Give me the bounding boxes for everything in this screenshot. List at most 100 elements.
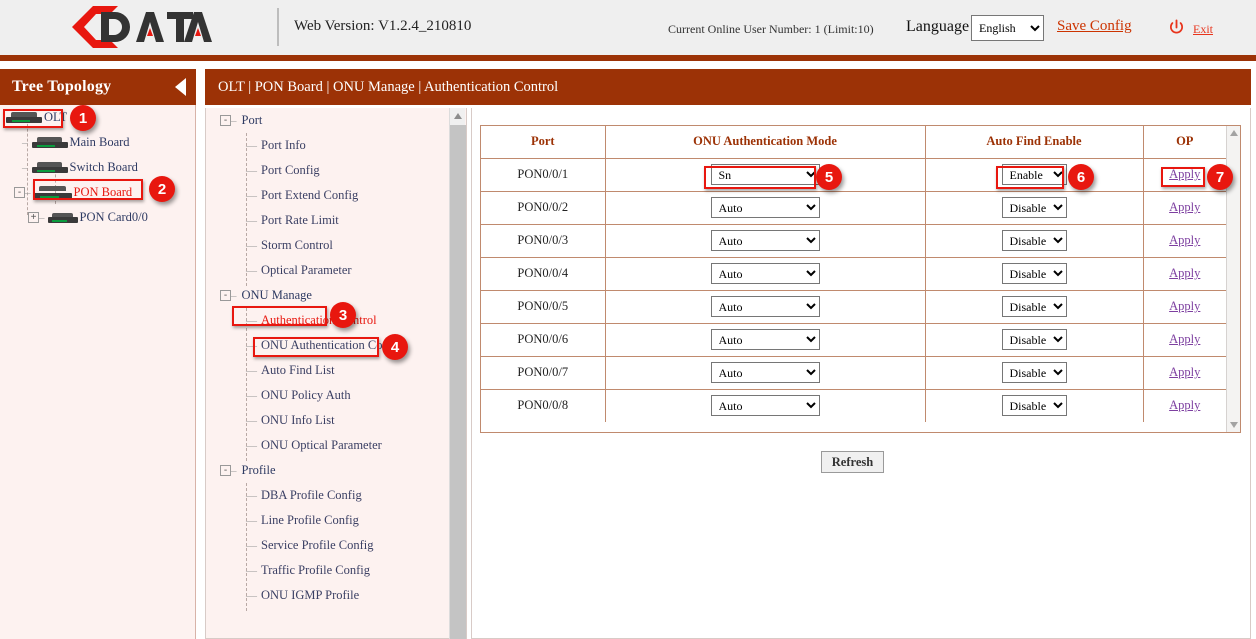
nav-group-toggle[interactable]: - <box>220 290 231 301</box>
device-icon <box>6 112 42 123</box>
nav-item-authentication-control[interactable]: — Authentication Control <box>206 308 451 333</box>
onu-auth-mode-select[interactable]: Auto <box>711 362 820 383</box>
nav-group-onu-manage[interactable]: - – ONU Manage <box>206 283 451 308</box>
tree-item-pon-board[interactable]: - – PON Board <box>0 180 196 205</box>
nav-group-port[interactable]: - – Port <box>206 108 451 133</box>
nav-item-storm-control[interactable]: — Storm Control <box>206 233 451 258</box>
cell-find: Disable <box>925 257 1143 290</box>
device-icon <box>34 186 72 199</box>
nav-dash: – <box>231 465 237 477</box>
nav-dash: — <box>246 565 257 577</box>
tree-item-olt[interactable]: OLT <box>0 105 196 130</box>
cell-port: PON0/0/4 <box>481 257 605 290</box>
save-config-link[interactable]: Save Config <box>1057 18 1132 35</box>
language-label: Language <box>906 18 969 36</box>
tree-topology-title: Tree Topology <box>12 78 111 96</box>
tree-item-label: PON Board <box>74 185 133 200</box>
nav-item-onu-authentication-config[interactable]: — ONU Authentication Config <box>206 333 451 358</box>
onu-auth-mode-select[interactable]: Sn <box>711 164 820 185</box>
nav-item-auto-find-list[interactable]: — Auto Find List <box>206 358 451 383</box>
nav-item-optical-parameter[interactable]: — Optical Parameter <box>206 258 451 283</box>
onu-auth-mode-select[interactable]: Auto <box>711 296 820 317</box>
nav-dash: — <box>246 590 257 602</box>
nav-item-dba-profile-config[interactable]: — DBA Profile Config <box>206 483 451 508</box>
cell-port: PON0/0/5 <box>481 290 605 323</box>
nav-item-line-profile-config[interactable]: — Line Profile Config <box>206 508 451 533</box>
nav-item-label: DBA Profile Config <box>261 488 362 503</box>
cell-mode: Auto <box>605 224 925 257</box>
nav-dash: — <box>246 140 257 152</box>
nav-scrollbar-thumb[interactable] <box>450 125 466 639</box>
nav-item-port-extend-config[interactable]: — Port Extend Config <box>206 183 451 208</box>
nav-dash: — <box>246 440 257 452</box>
tree-item-pon-card[interactable]: + – PON Card0/0 <box>0 205 196 230</box>
auto-find-enable-select[interactable]: Disable <box>1002 296 1067 317</box>
onu-auth-mode-select[interactable]: Auto <box>711 263 820 284</box>
cell-op: Apply <box>1143 389 1226 422</box>
nav-item-label: Auto Find List <box>261 363 335 378</box>
nav-group-toggle[interactable]: - <box>220 465 231 476</box>
nav-group-profile[interactable]: - – Profile <box>206 458 451 483</box>
auto-find-enable-select[interactable]: Disable <box>1002 395 1067 416</box>
nav-item-traffic-profile-config[interactable]: — Traffic Profile Config <box>206 558 451 583</box>
online-user-count: Current Online User Number: 1 (Limit:10) <box>668 22 874 37</box>
onu-auth-mode-select[interactable]: Auto <box>711 197 820 218</box>
device-icon <box>32 162 68 173</box>
table-row: PON0/0/2 Auto Disable Apply <box>481 191 1226 224</box>
tree-item-switch-board[interactable]: – Switch Board <box>0 155 196 180</box>
nav-dash: — <box>246 215 257 227</box>
nav-item-port-config[interactable]: — Port Config <box>206 158 451 183</box>
table-scrollbar[interactable] <box>1226 126 1240 432</box>
nav-group-toggle[interactable]: - <box>220 115 231 126</box>
apply-link[interactable]: Apply <box>1169 332 1200 346</box>
auto-find-enable-select[interactable]: Enable <box>1002 164 1067 185</box>
apply-link[interactable]: Apply <box>1169 266 1200 280</box>
nav-item-label: ONU Optical Parameter <box>261 438 382 453</box>
tree-topology-header: Tree Topology <box>0 69 196 105</box>
cell-port: PON0/0/6 <box>481 323 605 356</box>
nav-item-service-profile-config[interactable]: — Service Profile Config <box>206 533 451 558</box>
exit-link[interactable]: Exit <box>1193 22 1213 37</box>
language-select[interactable]: English <box>971 15 1044 41</box>
nav-item-onu-igmp-profile[interactable]: — ONU IGMP Profile <box>206 583 451 608</box>
collapse-left-arrow-icon[interactable] <box>175 78 186 96</box>
tree-collapse-toggle[interactable]: - <box>14 187 25 198</box>
auto-find-enable-select[interactable]: Disable <box>1002 230 1067 251</box>
apply-link[interactable]: Apply <box>1169 233 1200 247</box>
nav-item-port-rate-limit[interactable]: — Port Rate Limit <box>206 208 451 233</box>
column-header-auto-find-enable: Auto Find Enable <box>925 126 1143 158</box>
nav-scrollbar[interactable] <box>449 108 465 639</box>
nav-item-onu-info-list[interactable]: — ONU Info List <box>206 408 451 433</box>
auto-find-enable-select[interactable]: Disable <box>1002 329 1067 350</box>
apply-link[interactable]: Apply <box>1169 200 1200 214</box>
onu-auth-mode-select[interactable]: Auto <box>711 395 820 416</box>
auto-find-enable-select[interactable]: Disable <box>1002 263 1067 284</box>
tree-topology-panel: Tree Topology OLT – Main Board <box>0 69 196 639</box>
nav-item-label: Port Extend Config <box>261 188 358 203</box>
apply-link[interactable]: Apply <box>1169 398 1200 412</box>
auto-find-enable-select[interactable]: Disable <box>1002 362 1067 383</box>
apply-link[interactable]: Apply <box>1169 167 1200 181</box>
tree-expand-toggle[interactable]: + <box>28 212 39 223</box>
cell-port: PON0/0/1 <box>481 158 605 191</box>
scroll-down-arrow-icon[interactable] <box>1230 422 1238 428</box>
nav-item-port-info[interactable]: — Port Info <box>206 133 451 158</box>
apply-link[interactable]: Apply <box>1169 299 1200 313</box>
cell-mode: Auto <box>605 257 925 290</box>
power-icon[interactable] <box>1168 19 1185 36</box>
onu-auth-mode-select[interactable]: Auto <box>711 329 820 350</box>
refresh-button[interactable]: Refresh <box>821 451 884 473</box>
auth-control-table: Port ONU Authentication Mode Auto Find E… <box>481 126 1226 422</box>
scroll-up-arrow-icon[interactable] <box>1230 130 1238 136</box>
apply-link[interactable]: Apply <box>1169 365 1200 379</box>
column-header-port: Port <box>481 126 605 158</box>
scroll-up-arrow-icon[interactable] <box>454 113 462 119</box>
nav-item-onu-policy-auth[interactable]: — ONU Policy Auth <box>206 383 451 408</box>
header-accent-rule <box>0 55 1256 61</box>
tree-topology-list: OLT – Main Board – Switch Board - <box>0 105 196 230</box>
nav-item-onu-optical-parameter[interactable]: — ONU Optical Parameter <box>206 433 451 458</box>
tree-item-main-board[interactable]: – Main Board <box>0 130 196 155</box>
auto-find-enable-select[interactable]: Disable <box>1002 197 1067 218</box>
onu-auth-mode-select[interactable]: Auto <box>711 230 820 251</box>
tree-item-label: PON Card0/0 <box>80 210 148 225</box>
